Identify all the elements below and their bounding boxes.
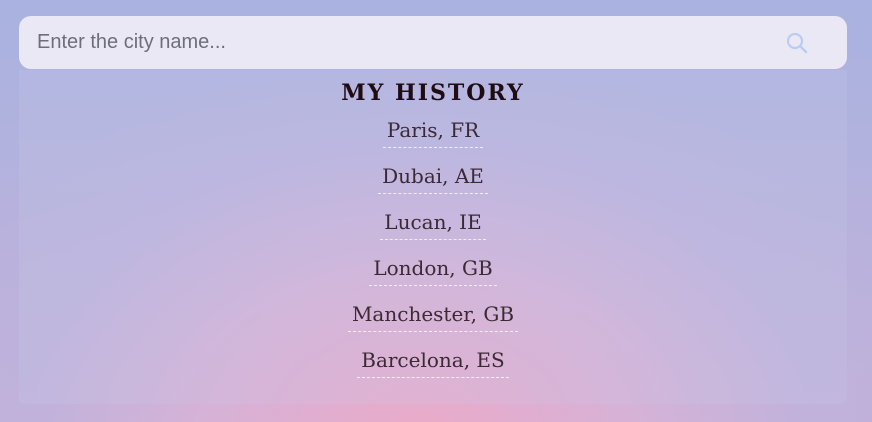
history-item-paris[interactable]: Paris, FR (382, 114, 484, 148)
history-list-item: London, GB (19, 252, 847, 298)
search-icon[interactable] (785, 31, 809, 55)
history-panel: MY HISTORY Paris, FR Dubai, AE Lucan, IE… (19, 70, 847, 404)
history-item-dubai[interactable]: Dubai, AE (378, 160, 488, 194)
history-title: MY HISTORY (341, 80, 525, 106)
history-list-item: Paris, FR (19, 114, 847, 160)
history-list: Paris, FR Dubai, AE Lucan, IE London, GB… (19, 114, 847, 390)
history-item-lucan[interactable]: Lucan, IE (380, 206, 486, 240)
history-item-barcelona[interactable]: Barcelona, ES (357, 344, 509, 378)
history-item-manchester[interactable]: Manchester, GB (347, 298, 519, 332)
city-search-input[interactable] (35, 21, 785, 64)
search-bar (19, 16, 847, 69)
history-list-item: Manchester, GB (19, 298, 847, 344)
history-item-london[interactable]: London, GB (369, 252, 497, 286)
history-list-item: Dubai, AE (19, 160, 847, 206)
history-list-item: Barcelona, ES (19, 344, 847, 390)
history-list-item: Lucan, IE (19, 206, 847, 252)
